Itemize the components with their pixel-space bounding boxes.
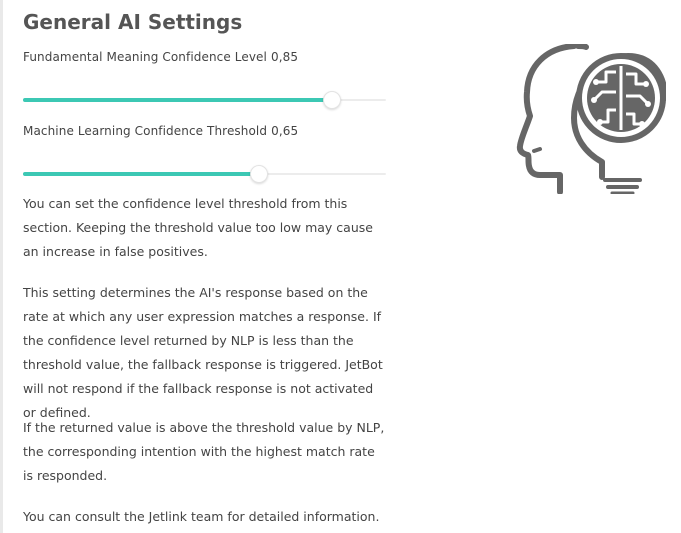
fundamental-meaning-slider[interactable] <box>23 90 386 110</box>
page-title: General AI Settings <box>23 10 243 34</box>
ai-head-brain-icon <box>516 43 668 195</box>
slider-thumb[interactable] <box>249 165 268 183</box>
slider-label-text: Fundamental Meaning Confidence Level <box>23 50 267 64</box>
machine-learning-slider[interactable] <box>23 164 386 184</box>
slider-value-text: 0,65 <box>271 124 299 138</box>
info-paragraph-contact: You can consult the Jetlink team for det… <box>23 509 380 524</box>
slider-fill <box>23 98 332 102</box>
fundamental-meaning-label: Fundamental Meaning Confidence Level 0,85 <box>23 49 298 65</box>
info-paragraph-above-threshold: If the returned value is above the thres… <box>23 420 385 483</box>
ai-settings-page: General AI Settings Fundamental Meaning … <box>0 0 681 533</box>
left-border <box>0 0 3 533</box>
info-paragraph-response: This setting determines the AI's respons… <box>23 285 383 420</box>
machine-learning-label: Machine Learning Confidence Threshold 0,6… <box>23 123 298 139</box>
slider-thumb[interactable] <box>322 91 341 109</box>
slider-fill <box>23 172 259 176</box>
slider-value-text: 0,85 <box>270 50 299 64</box>
info-paragraph-threshold: You can set the confidence level thresho… <box>23 196 373 259</box>
slider-label-text: Machine Learning Confidence Threshold <box>23 124 268 138</box>
